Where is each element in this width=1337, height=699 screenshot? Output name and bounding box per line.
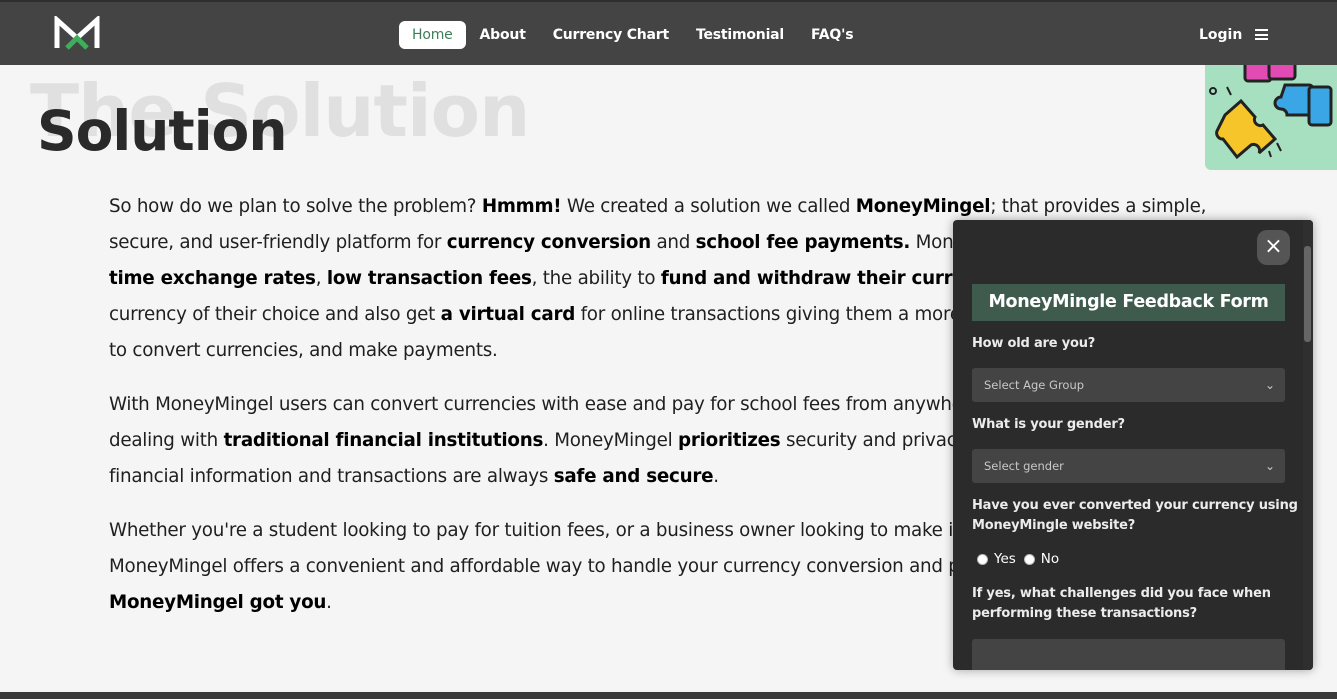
nav-currency-chart[interactable]: Currency Chart [553,21,669,49]
modal-scrollbar-thumb[interactable] [1304,246,1311,342]
gender-select[interactable]: Select gender ⌄ [972,449,1285,483]
emphasis-text: MoneyMingel [855,196,991,217]
nav-home[interactable]: Home [399,21,466,49]
logo-icon[interactable] [54,16,100,50]
yes-label: Yes [994,551,1016,567]
puzzle-illustration-icon [1205,65,1337,170]
feedback-form-title: MoneyMingle Feedback Form [972,284,1285,321]
no-radio[interactable] [1023,553,1035,565]
emphasis-text: a virtual card [440,304,576,325]
converted-radio-group: Yes No [977,551,1067,567]
converted-question-line2: MoneyMingle website? [972,518,1136,533]
login-link[interactable]: Login [1199,23,1242,47]
emphasis-text: prioritizes [678,430,781,451]
gender-question-label: What is your gender? [972,417,1125,432]
emphasis-text: MoneyMingel got you [109,592,327,613]
chevron-down-icon: ⌄ [1264,378,1275,392]
challenges-textarea[interactable] [972,639,1285,670]
emphasis-text: fund and withdraw their currency [660,268,1000,289]
yes-radio[interactable] [977,553,988,565]
hamburger-icon[interactable] [1255,29,1268,40]
challenges-question-line2: performing these transactions? [972,606,1197,621]
converted-question-line1: Have you ever converted your currency us… [972,498,1298,513]
body-text: and [650,232,696,253]
emphasis-text: currency conversion [446,232,651,253]
close-button[interactable]: × [1257,230,1290,265]
emphasis-text: school fee payments. [695,232,911,253]
body-text: We created a solution we called [561,196,856,217]
feedback-modal: × MoneyMingle Feedback Form How old are … [953,220,1313,670]
body-text: So how do we plan to solve the problem? [109,196,482,217]
nav-about[interactable]: About [480,21,526,49]
body-text: , [315,268,327,289]
no-label: No [1040,551,1060,567]
body-text: . MoneyMingel [543,430,679,451]
gender-placeholder: Select gender [984,459,1064,473]
nav-faqs[interactable]: FAQ's [811,21,854,49]
navbar: Home About Currency Chart Testimonial FA… [0,0,1337,65]
emphasis-text: traditional financial institutions [223,430,544,451]
age-question-label: How old are you? [972,336,1096,351]
emphasis-text: low transaction fees [326,268,532,289]
nav-testimonial[interactable]: Testimonial [696,21,784,49]
chevron-down-icon: ⌄ [1264,459,1275,473]
nav-links: Home About Currency Chart Testimonial FA… [399,21,880,49]
age-group-placeholder: Select Age Group [984,378,1085,392]
emphasis-text: Hmmm! [481,196,562,217]
challenges-question-line1: If yes, what challenges did you face whe… [972,586,1271,601]
page-title: Solution [37,99,287,163]
body-text: . [713,466,719,487]
emphasis-text: safe and secure [553,466,714,487]
body-text: . [326,592,332,613]
age-group-select[interactable]: Select Age Group ⌄ [972,368,1285,402]
bottom-divider [0,692,1337,699]
body-text: , the ability to [531,268,661,289]
